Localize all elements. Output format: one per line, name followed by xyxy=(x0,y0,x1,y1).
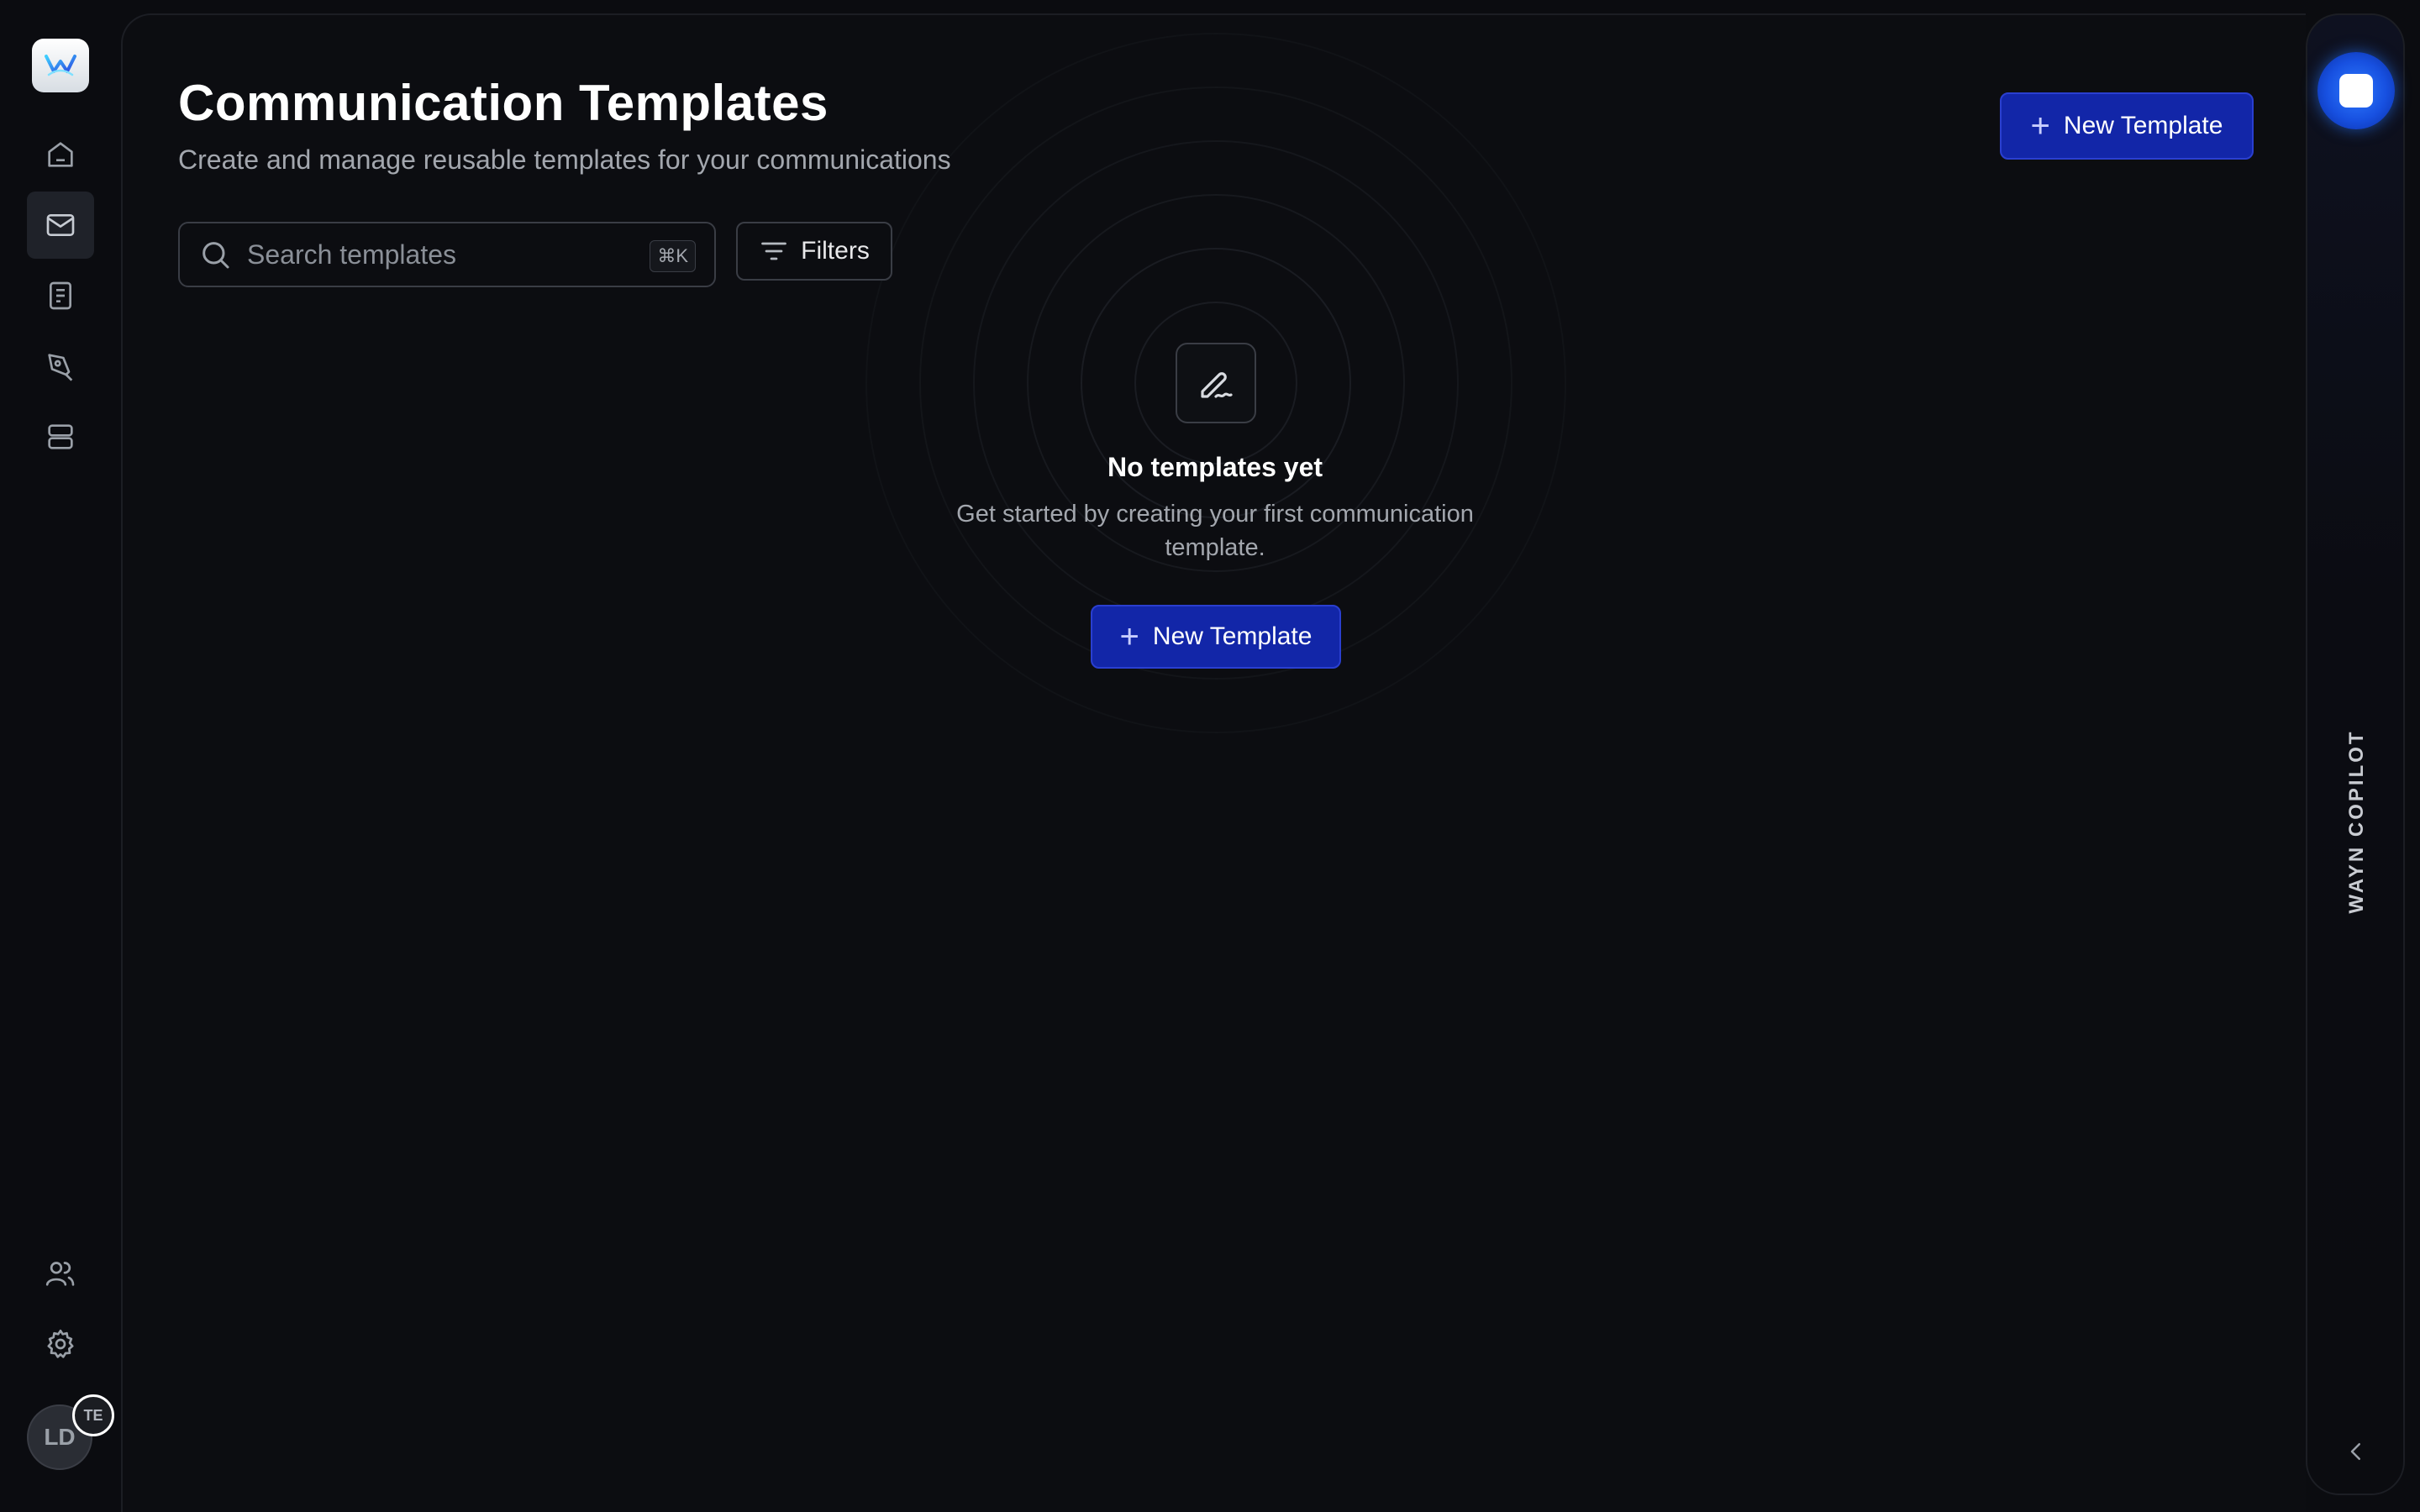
workspace-badge[interactable]: TE xyxy=(72,1394,114,1436)
sidebar-nav: LD TE xyxy=(0,0,121,1512)
logo-icon xyxy=(45,55,76,76)
home-icon xyxy=(48,142,73,167)
new-template-button[interactable]: + New Template xyxy=(2000,92,2254,160)
server-icon xyxy=(48,424,73,449)
copilot-panel: WAYN COPILOT xyxy=(2306,13,2405,1495)
new-template-button-label: New Template xyxy=(2063,112,2223,139)
signature-icon xyxy=(1201,372,1233,398)
sidebar-item-users[interactable] xyxy=(27,1240,94,1307)
users-icon xyxy=(45,1262,75,1286)
document-icon xyxy=(50,281,71,310)
search-box: ⌘K xyxy=(178,222,716,287)
sidebar-item-documents[interactable] xyxy=(27,262,94,329)
page-title: Communication Templates xyxy=(178,75,829,131)
avatar-initials: LD xyxy=(44,1424,76,1450)
filters-button[interactable]: Filters xyxy=(736,222,892,281)
copilot-label[interactable]: WAYN COPILOT xyxy=(2345,729,2369,913)
app-logo[interactable] xyxy=(32,39,89,92)
sidebar-item-mail[interactable] xyxy=(27,192,94,259)
copilot-collapse-button[interactable] xyxy=(2339,1435,2373,1468)
page-subtitle: Create and manage reusable templates for… xyxy=(178,144,951,175)
search-shortcut-badge: ⌘K xyxy=(650,240,696,272)
copilot-launch-button[interactable] xyxy=(2317,52,2395,129)
sidebar-item-design[interactable] xyxy=(27,333,94,400)
empty-state-description: Get started by creating your first commu… xyxy=(956,501,1474,561)
sidebar-item-storage[interactable] xyxy=(27,403,94,470)
empty-state-new-template-button[interactable]: + New Template xyxy=(1091,605,1341,669)
settings-icon xyxy=(47,1329,74,1358)
chevron-left-icon xyxy=(2350,1443,2360,1460)
mail-icon xyxy=(46,214,75,236)
search-icon xyxy=(203,242,229,269)
plus-icon: + xyxy=(2030,108,2050,144)
filter-icon xyxy=(761,242,787,260)
empty-state-new-template-label: New Template xyxy=(1152,622,1313,650)
empty-state-title: No templates yet xyxy=(1107,452,1323,482)
stop-icon xyxy=(2339,74,2373,108)
plus-icon: + xyxy=(1119,618,1139,655)
empty-state-icon-box xyxy=(1176,343,1256,423)
sidebar-item-home[interactable] xyxy=(27,121,94,188)
filters-button-label: Filters xyxy=(801,237,870,265)
pen-tool-icon xyxy=(48,354,73,381)
search-input[interactable] xyxy=(247,239,617,270)
sidebar-item-settings[interactable] xyxy=(27,1310,94,1378)
workspace-badge-initials: TE xyxy=(83,1406,103,1424)
main-panel: Communication Templates Create and manag… xyxy=(121,13,2306,1512)
